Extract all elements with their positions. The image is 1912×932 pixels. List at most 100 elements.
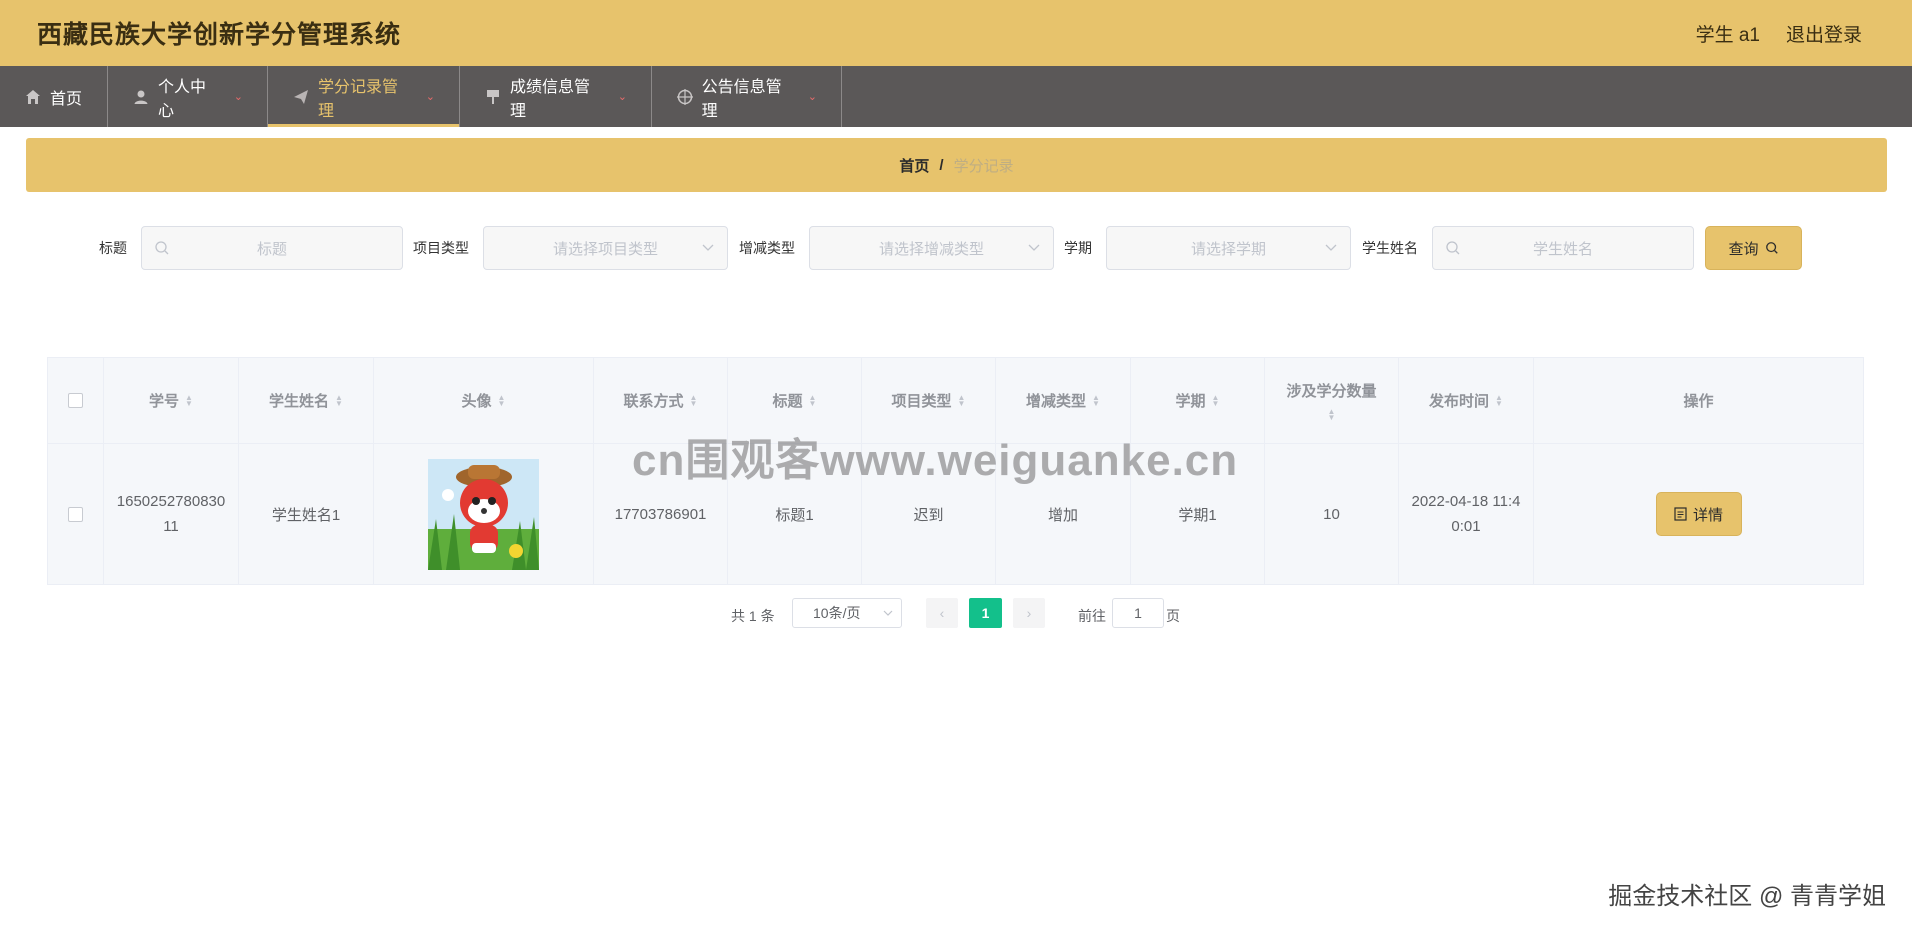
page-number-current[interactable]: 1 [969, 598, 1002, 628]
student-id-cell: 165025278083011 [104, 444, 239, 584]
sort-icon[interactable]: ▲ ▼ [1495, 393, 1503, 407]
sort-icon[interactable]: ▲ ▼ [1328, 408, 1336, 422]
column-header[interactable]: 发布时间 ▲ ▼ [1399, 358, 1534, 443]
nav-item-credit-records[interactable]: 学分记录管理 ⌄ [268, 66, 460, 127]
column-label: 增减类型 [1026, 393, 1087, 410]
select-all-cell [48, 358, 104, 443]
home-icon [24, 88, 42, 106]
student-name-cell: 学生姓名1 [239, 444, 374, 584]
credits-cell: 10 [1265, 444, 1399, 584]
project-type-placeholder: 请选择项目类型 [552, 240, 658, 258]
sort-icon[interactable]: ▲ ▼ [1212, 393, 1220, 407]
breadcrumb-current: 学分记录 [953, 157, 1014, 175]
column-label: 项目类型 [891, 393, 952, 410]
sort-icon[interactable]: ▲ ▼ [335, 393, 343, 407]
title-placeholder: 标题 [256, 240, 287, 258]
record-title: 标题1 [775, 506, 814, 524]
published-cell: 2022-04-18 11:40:01 [1399, 444, 1534, 584]
chevron-down-icon: ⌄ [617, 91, 627, 103]
compass-icon [676, 88, 694, 106]
current-user-label[interactable]: 学生 a1 [1696, 20, 1760, 47]
next-page-button[interactable]: › [1013, 598, 1045, 628]
prev-page-button[interactable]: ‹ [926, 598, 958, 628]
avatar [428, 458, 539, 570]
published-time: 2022-04-18 11:40:01 [1411, 493, 1521, 535]
logout-link[interactable]: 退出登录 [1786, 20, 1862, 47]
contact: 17703786901 [614, 505, 707, 523]
chevron-down-icon: ⌄ [807, 91, 817, 103]
nav-label: 学分记录管理 [317, 78, 398, 120]
student-name: 学生姓名1 [271, 506, 341, 524]
term: 学期1 [1178, 506, 1217, 524]
change-type-placeholder: 请选择增减类型 [878, 240, 984, 258]
change-type-select[interactable]: 请选择增减类型 [809, 226, 1054, 270]
select-all-checkbox[interactable] [68, 393, 83, 408]
column-label: 学期 [1175, 393, 1206, 410]
action-cell: 详情 [1534, 444, 1863, 584]
chevron-left-icon: ‹ [939, 605, 945, 621]
column-label: 标题 [772, 393, 803, 410]
bottom-watermark: 掘金技术社区 @ 青青学姐 [1608, 883, 1886, 910]
pagination-total: 共 1 条 [731, 608, 775, 624]
term-select[interactable]: 请选择学期 [1106, 226, 1351, 270]
sort-icon[interactable]: ▲ ▼ [809, 393, 817, 407]
nav-label: 首页 [50, 90, 83, 108]
student-name-search-input[interactable]: 学生姓名 [1432, 226, 1694, 270]
row-checkbox[interactable] [68, 506, 83, 522]
chevron-down-icon: ⌄ [425, 91, 435, 103]
sort-icon[interactable]: ▲ ▼ [185, 393, 193, 407]
chevron-right-icon: › [1026, 605, 1032, 621]
project-type-select[interactable]: 请选择项目类型 [483, 226, 728, 270]
detail-button-label: 详情 [1692, 506, 1723, 524]
chevron-down-icon [883, 610, 893, 616]
sort-icon[interactable]: ▲ ▼ [958, 393, 966, 407]
document-icon [1674, 507, 1687, 521]
paper-plane-icon [292, 88, 310, 106]
project-type-label: 项目类型 [413, 240, 469, 256]
detail-button[interactable]: 详情 [1655, 492, 1742, 536]
search-icon [155, 241, 169, 255]
nav-item-announcements[interactable]: 公告信息管理 ⌄ [652, 66, 842, 127]
goto-label: 前往 [1078, 608, 1106, 624]
page-size-select[interactable]: 10条/页 [792, 598, 902, 628]
nav-item-home[interactable]: 首页 [0, 66, 108, 127]
page-size-value: 10条/页 [813, 605, 861, 621]
main-nav: 首页 个人中心 ⌄ 学分记录管理 ⌄ 成绩信息管理 ⌄ 公告信息管理 ⌄ [0, 66, 1912, 127]
column-label: 学生姓名 [269, 393, 330, 410]
nav-item-personal-center[interactable]: 个人中心 ⌄ [108, 66, 268, 127]
search-icon [1446, 241, 1460, 255]
search-icon [1765, 242, 1778, 254]
term-label: 学期 [1064, 240, 1092, 256]
column-label: 涉及学分数量 [1286, 383, 1377, 400]
top-header: 西藏民族大学创新学分管理系统 学生 a1 退出登录 [0, 0, 1912, 66]
nav-label: 个人中心 [157, 78, 206, 120]
term-placeholder: 请选择学期 [1190, 240, 1266, 258]
chevron-down-icon [1325, 244, 1337, 251]
user-icon [132, 88, 150, 106]
sort-icon[interactable]: ▲ ▼ [1092, 393, 1100, 407]
row-select-cell [48, 444, 104, 584]
column-header[interactable]: 涉及学分数量 ▲ ▼ [1265, 358, 1399, 443]
title-search-input[interactable]: 标题 [141, 226, 403, 270]
column-header[interactable]: 学号 ▲ ▼ [104, 358, 239, 443]
nav-label: 成绩信息管理 [509, 78, 590, 120]
column-label: 联系方式 [623, 393, 684, 410]
breadcrumb-home[interactable]: 首页 [899, 155, 929, 176]
app-title: 西藏民族大学创新学分管理系统 [37, 21, 402, 49]
sort-icon[interactable]: ▲ ▼ [690, 393, 698, 407]
change-type: 增加 [1047, 506, 1078, 524]
nav-label: 公告信息管理 [701, 78, 782, 120]
search-form: 标题 标题 项目类型 请选择项目类型 增减类型 请选择增减类型 学期 请选择学期… [26, 226, 1887, 270]
chevron-down-icon [1028, 244, 1040, 251]
project-type: 迟到 [913, 506, 944, 524]
query-button-label: 查询 [1728, 240, 1759, 258]
sort-icon[interactable]: ▲ ▼ [498, 393, 506, 407]
query-button[interactable]: 查询 [1705, 226, 1802, 270]
goto-page-input[interactable]: 1 [1112, 598, 1164, 628]
student-id: 165025278083011 [116, 493, 226, 535]
column-header[interactable]: 头像 ▲ ▼ [374, 358, 594, 443]
column-header[interactable]: 学生姓名 ▲ ▼ [239, 358, 374, 443]
pagination: 共 1 条 10条/页 ‹ 1 › 前往 1 页 [26, 598, 1887, 632]
nav-item-grade-info[interactable]: 成绩信息管理 ⌄ [460, 66, 652, 127]
chevron-down-icon: ⌄ [233, 91, 243, 103]
